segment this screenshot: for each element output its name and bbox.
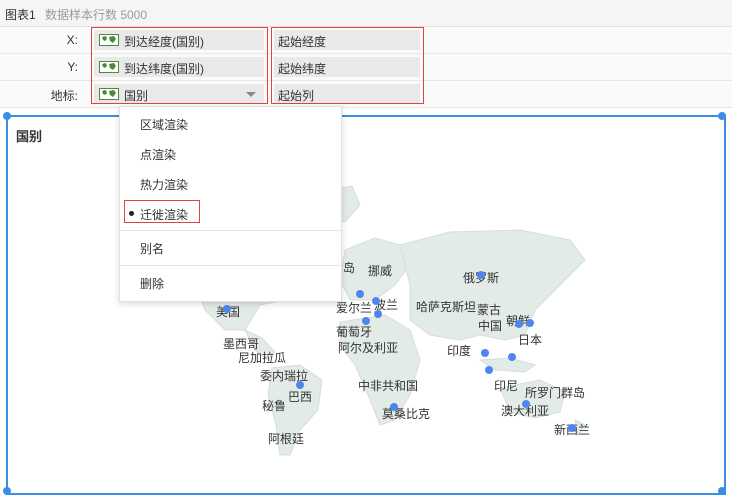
map-point[interactable] xyxy=(223,305,231,313)
map-point[interactable] xyxy=(515,320,523,328)
map-point[interactable] xyxy=(374,310,382,318)
menu-item-region-render[interactable]: 区域渲染 xyxy=(140,116,188,133)
menu-divider xyxy=(120,265,341,266)
world-map xyxy=(194,185,586,456)
chart-title: 国别 xyxy=(16,129,43,144)
map-point[interactable] xyxy=(372,297,380,305)
map-point[interactable] xyxy=(296,381,304,389)
country-label: 日本 xyxy=(518,333,543,347)
map-point[interactable] xyxy=(481,349,489,357)
country-label: 尼加拉瓜 xyxy=(238,351,287,365)
map-point[interactable] xyxy=(390,403,398,411)
render-mode-menu: 区域渲染 点渲染 热力渲染 迁徙渲染 别名 删除 xyxy=(119,106,342,302)
menu-item-heat-render[interactable]: 热力渲染 xyxy=(140,176,188,193)
country-label: 阿根廷 xyxy=(268,432,305,446)
country-label: 阿尔及利亚 xyxy=(338,341,399,355)
country-label: 秘鲁 xyxy=(262,399,287,413)
map-point[interactable] xyxy=(485,366,493,374)
country-label: 岛 xyxy=(343,261,356,275)
country-label: 巴西 xyxy=(288,390,313,404)
map-point[interactable] xyxy=(362,317,370,325)
country-label: 中非共和国 xyxy=(358,379,419,393)
map-point[interactable] xyxy=(477,271,485,279)
country-label: 哈萨克斯坦 xyxy=(416,300,477,314)
highlight-box xyxy=(124,200,200,223)
country-label: 中国 xyxy=(478,319,503,333)
country-label: 葡萄牙 xyxy=(336,325,373,339)
map-point[interactable] xyxy=(522,400,530,408)
menu-item-alias[interactable]: 别名 xyxy=(140,240,164,257)
map-point[interactable] xyxy=(508,353,516,361)
country-label: 挪威 xyxy=(368,264,393,278)
menu-item-delete[interactable]: 删除 xyxy=(140,275,164,292)
map-point[interactable] xyxy=(526,319,534,327)
map-point[interactable] xyxy=(568,424,576,432)
country-label: 蒙古 xyxy=(477,303,502,317)
country-label: 印尼 xyxy=(494,379,519,393)
menu-item-point-render[interactable]: 点渲染 xyxy=(140,146,176,163)
country-label: 所罗门群岛 xyxy=(525,386,586,400)
map-point[interactable] xyxy=(356,290,364,298)
country-label: 印度 xyxy=(447,344,472,358)
menu-divider xyxy=(120,230,341,231)
